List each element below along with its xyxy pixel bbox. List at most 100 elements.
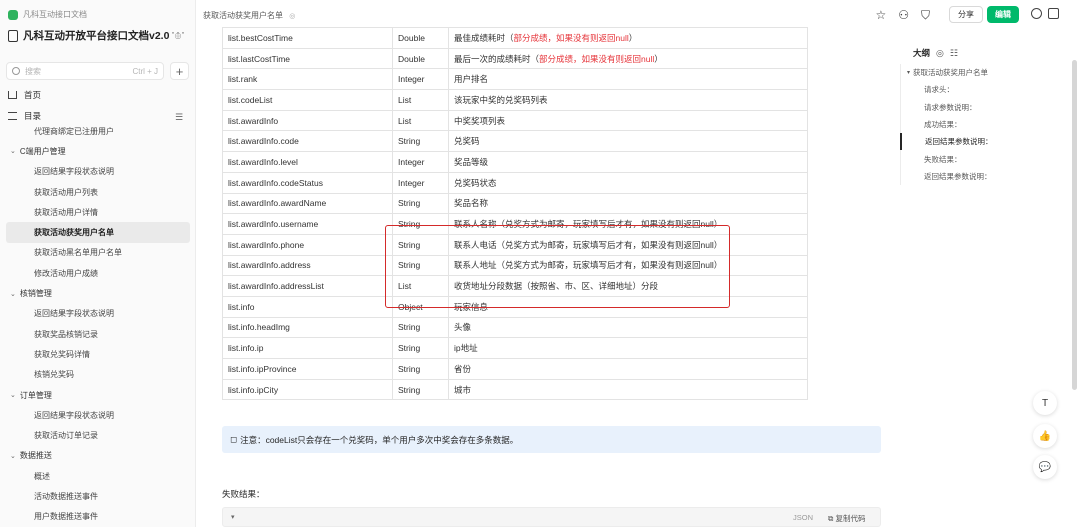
fail-result-heading: 失败结果： — [222, 489, 265, 499]
cell-description: 玩家信息 — [448, 295, 808, 318]
toc-group[interactable]: ⌄ 核销管理 — [0, 283, 195, 303]
toc-tree: 代理商绑定已注册用户 ⌄ C端用户管理 返回结果字段状态说明 获取活动用户列表 获取活动用… — [0, 121, 195, 527]
toc-item-label: 修改活动用户成绩 — [34, 268, 98, 278]
text-tool-button[interactable]: T — [1033, 391, 1057, 415]
cell-description: 联系人地址（兑奖方式为邮寄，玩家填写后才有，如果没有则返回null） — [448, 254, 808, 277]
outline-item[interactable]: 返回结果参数说明： — [900, 133, 1075, 151]
app-logo-icon — [8, 9, 18, 20]
toc-item-label: 概述 — [34, 471, 50, 481]
chevron-down-icon[interactable]: ⌄ — [10, 147, 16, 155]
chevron-down-icon[interactable]: ⌄ — [10, 290, 16, 298]
toc-item[interactable]: 获取活动黑名单用户名单 — [0, 243, 195, 263]
toc-item[interactable]: 概述 — [0, 466, 195, 486]
toc-item[interactable]: 返回结果字段状态说明 — [0, 405, 195, 425]
table-row: list.awardInfo.code String 兑奖码 — [222, 130, 808, 153]
scrollbar[interactable] — [1072, 60, 1077, 390]
toc-item-label: 返回结果字段状态说明 — [34, 410, 114, 420]
toc-item-label: C端用户管理 — [19, 146, 66, 156]
table-row: list.info.headImg String 头像 — [222, 316, 808, 339]
toc-item-label: 返回结果字段状态说明 — [34, 309, 114, 319]
toc-item-label: 获取兑奖码详情 — [34, 349, 90, 359]
cell-type: List — [392, 109, 449, 132]
breadcrumb[interactable]: 凡科互动接口文档 — [8, 9, 87, 20]
outline-item[interactable]: 请求参数说明： — [901, 99, 1075, 116]
toc-item[interactable]: 获取活动获奖用户名单 — [6, 222, 190, 243]
outline-item[interactable]: 返回结果参数说明： — [901, 168, 1075, 185]
toc-item[interactable]: 获取奖品核销记录 — [0, 324, 195, 344]
more-icon[interactable]: ··· — [171, 25, 186, 39]
toc-item[interactable]: 返回结果字段状态说明 — [0, 304, 195, 324]
edit-button[interactable]: 编辑 — [987, 6, 1019, 23]
outline-item-label: 返回结果参数说明： — [925, 137, 993, 147]
cell-type: Integer — [392, 151, 449, 173]
toc-item[interactable]: 获取活动订单记录 — [0, 425, 195, 445]
toc-item-label: 代理商绑定已注册用户 — [34, 126, 114, 136]
toc-item-label: 获取活动用户列表 — [34, 187, 98, 197]
outline-item[interactable]: 失败结果： — [901, 150, 1075, 167]
toc-item[interactable]: 获取活动用户详情 — [0, 202, 195, 222]
cell-field: list.lastCostTime — [222, 47, 393, 70]
outline-item-label: 失败结果： — [924, 154, 962, 164]
outline-item-label: 返回结果参数说明： — [924, 171, 992, 181]
star-icon[interactable]: ☆ — [875, 7, 886, 23]
cell-type: String — [392, 316, 449, 339]
nav-home[interactable]: 首页 — [8, 89, 41, 101]
description-text: 用户排名 — [454, 74, 489, 85]
nav-home-label: 首页 — [24, 90, 42, 100]
toc-item-label: 获取活动黑名单用户名单 — [34, 248, 122, 258]
outline-item[interactable]: 成功结果： — [901, 116, 1075, 133]
cell-type: String — [392, 358, 449, 380]
cell-type: Integer — [392, 68, 449, 91]
add-button[interactable]: + — [170, 62, 189, 80]
toc-item-label: 返回结果字段状态说明 — [34, 167, 114, 177]
toc-item[interactable]: 修改活动用户成绩 — [0, 263, 195, 283]
search-box[interactable]: Ctrl + J — [6, 62, 164, 80]
cell-type: String — [392, 337, 449, 359]
outline-title: 大纲 — [913, 48, 931, 58]
collaborator-icon[interactable]: ⚇ — [898, 7, 909, 23]
chevron-down-icon[interactable]: ▾ — [907, 69, 910, 76]
table-row: list.awardInfo.address String 联系人地址（兑奖方式为邮… — [222, 254, 808, 277]
toc-item[interactable]: 核销兑奖码 — [0, 365, 195, 385]
like-button[interactable]: 👍 — [1033, 424, 1057, 448]
comment-icon[interactable] — [1031, 8, 1042, 19]
comment-button[interactable]: 💬 — [1033, 455, 1057, 479]
toc-item[interactable]: 用户数据推送事件 — [0, 507, 195, 527]
table-row: list.info.ip String ip地址 — [222, 337, 808, 359]
present-icon[interactable]: ⛉ — [921, 7, 930, 23]
chevron-down-icon[interactable]: ⌄ — [10, 391, 16, 399]
toc-item[interactable]: 获取兑奖码详情 — [0, 344, 195, 364]
toc-item-label: 获取活动获奖用户名单 — [34, 228, 114, 238]
search-input[interactable] — [25, 66, 117, 76]
cell-type: Object — [392, 295, 449, 318]
outline-item-label: 请求参数说明： — [924, 102, 977, 112]
layout-icon[interactable] — [1048, 8, 1059, 19]
cell-field: list.awardInfo.codeStatus — [222, 171, 393, 194]
table-row: list.awardInfo.level Integer 奖品等级 — [222, 151, 808, 173]
toc-item[interactable]: 获取活动用户列表 — [0, 182, 195, 202]
toc-item[interactable]: 代理商绑定已注册用户 — [0, 121, 195, 141]
toc-group[interactable]: ⌄ 订单管理 — [0, 385, 195, 405]
breadcrumb-label: 凡科互动接口文档 — [23, 10, 87, 19]
cell-field: list.awardInfo.addressList — [222, 275, 393, 297]
outline-list-icon[interactable]: ☷ — [950, 48, 958, 59]
collapse-icon[interactable]: ▾ — [231, 513, 235, 521]
cell-type: Integer — [392, 171, 449, 194]
toc-item-label: 获取活动订单记录 — [34, 431, 98, 441]
toc-group[interactable]: ⌄ C端用户管理 — [0, 141, 195, 161]
eye-icon[interactable]: ◎ — [936, 48, 944, 59]
outline-item[interactable]: ▾ 获取活动获奖用户名单 — [901, 64, 1075, 81]
cell-description: 省份 — [448, 358, 808, 380]
toc-group[interactable]: ⌄ 数据推送 — [0, 446, 195, 466]
page-title: 获取活动获奖用户名单 ◎ — [203, 10, 295, 21]
description-text: 奖品名称 — [454, 198, 489, 209]
outline-item[interactable]: 请求头： — [901, 81, 1075, 98]
description-tail: ） — [628, 32, 638, 43]
copy-code-button[interactable]: ⧉ 复制代码 — [828, 513, 865, 524]
doc-title[interactable]: 凡科互动开放平台接口文档v2.0 ◎ ··· — [8, 25, 190, 43]
toc-item[interactable]: 活动数据推送事件 — [0, 486, 195, 506]
chevron-down-icon[interactable]: ⌄ — [10, 452, 16, 460]
cell-field: list.awardInfo — [222, 109, 393, 132]
share-button[interactable]: 分享 — [949, 6, 983, 23]
toc-item[interactable]: 返回结果字段状态说明 — [0, 162, 195, 182]
